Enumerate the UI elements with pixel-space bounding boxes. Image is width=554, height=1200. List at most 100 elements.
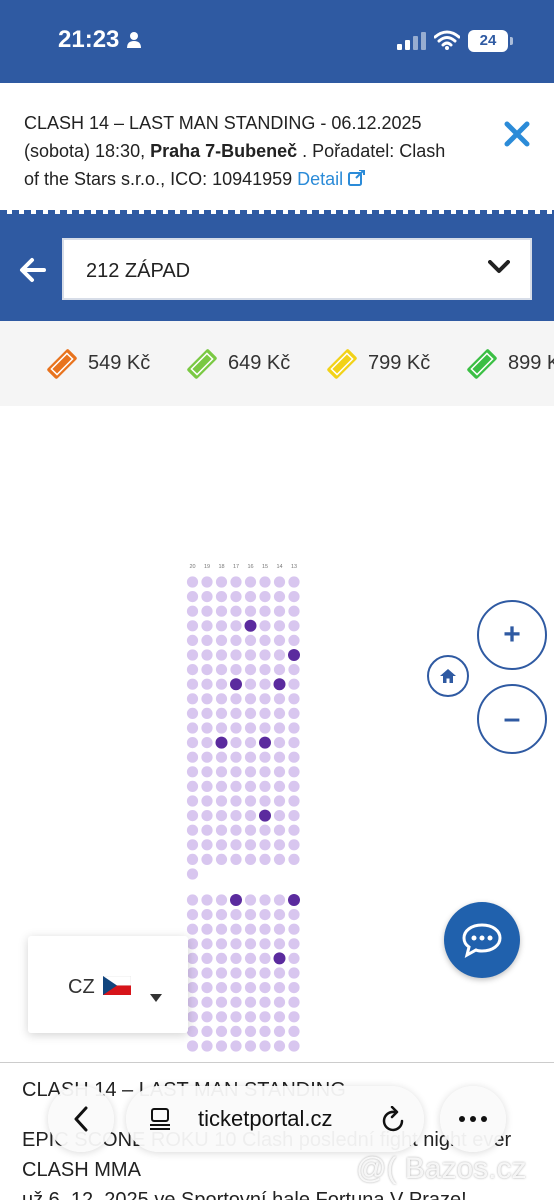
seat[interactable] [201,839,213,851]
back-arrow-icon[interactable] [18,256,46,284]
seat[interactable] [186,810,199,822]
seat[interactable] [201,678,213,690]
seat[interactable] [186,795,199,807]
seat[interactable] [230,751,242,763]
seat[interactable] [215,1040,228,1052]
seat[interactable] [273,634,286,646]
seat[interactable] [215,795,228,807]
seat[interactable] [215,996,228,1008]
seat[interactable] [230,664,242,676]
seat[interactable] [273,810,286,822]
seat[interactable] [288,766,300,778]
seat[interactable] [288,634,300,646]
seat[interactable] [273,824,286,836]
seat[interactable] [244,780,257,792]
seat[interactable] [230,810,242,822]
seat[interactable] [186,693,199,705]
seat[interactable] [215,664,228,676]
seat[interactable] [244,938,257,950]
seat[interactable] [288,1011,300,1023]
seat[interactable] [288,839,300,851]
seat[interactable] [288,810,300,822]
seat[interactable] [244,824,257,836]
seat[interactable] [273,1040,286,1052]
seat[interactable] [259,839,271,851]
seat[interactable] [215,751,228,763]
seat[interactable] [215,853,228,865]
seat[interactable] [288,591,300,603]
seat[interactable] [215,678,228,690]
seat[interactable] [273,795,286,807]
seat[interactable] [230,824,242,836]
seat[interactable] [273,620,286,632]
seat[interactable] [215,591,228,603]
seat-selected[interactable] [288,894,300,906]
seat[interactable] [215,923,228,935]
seat-map[interactable]: 20 19 18 17 16 15 14 13 [184,556,304,1060]
seat[interactable] [201,634,213,646]
seat[interactable] [201,810,213,822]
seat[interactable] [230,634,242,646]
seat[interactable] [273,576,286,588]
seat[interactable] [186,982,199,994]
seat[interactable] [273,649,286,661]
zoom-in-button[interactable]: + [477,600,547,670]
close-icon[interactable] [500,117,534,151]
seat[interactable] [244,967,257,979]
seat[interactable] [259,780,271,792]
seat-selected[interactable] [230,678,242,691]
seat[interactable] [215,722,228,734]
address-bar[interactable]: ticketportal.cz [126,1086,424,1152]
seat[interactable] [273,967,286,979]
seat[interactable] [201,967,213,979]
seat[interactable] [244,707,257,719]
seat[interactable] [215,982,228,994]
seat[interactable] [186,824,199,836]
seat[interactable] [201,824,213,836]
seat-selected[interactable] [230,894,242,906]
more-options-button[interactable] [440,1086,506,1152]
price-item[interactable]: 649 Kč [184,321,290,406]
seat[interactable] [288,1040,300,1052]
seat[interactable] [201,923,213,935]
seat[interactable] [186,839,199,851]
seat[interactable] [244,853,257,865]
seat[interactable] [259,909,271,921]
seat[interactable] [259,967,271,979]
seat[interactable] [244,678,257,690]
seat[interactable] [288,795,300,807]
seat[interactable] [244,634,257,646]
seat[interactable] [288,678,300,690]
seat[interactable] [186,576,199,588]
seat[interactable] [273,766,286,778]
seat[interactable] [244,1025,257,1037]
zoom-out-button[interactable]: – [477,684,547,754]
seat[interactable] [273,982,286,994]
seat[interactable] [259,795,271,807]
seat[interactable] [230,1040,242,1052]
seat[interactable] [273,1025,286,1037]
seat[interactable] [273,664,286,676]
seat[interactable] [259,707,271,719]
seat[interactable] [230,576,242,588]
seat[interactable] [215,766,228,778]
reset-view-button[interactable] [427,655,469,697]
seat-selected[interactable] [259,736,271,749]
seat[interactable] [186,894,199,906]
seat[interactable] [215,707,228,719]
seat-selected[interactable] [215,736,228,749]
seat[interactable] [201,737,213,749]
seat[interactable] [215,810,228,822]
seat[interactable] [259,605,271,617]
seat[interactable] [186,751,199,763]
seat[interactable] [201,982,213,994]
seat[interactable] [186,634,199,646]
seat[interactable] [259,576,271,588]
seat[interactable] [288,722,300,734]
seat[interactable] [259,591,271,603]
seat[interactable] [273,591,286,603]
seat[interactable] [201,766,213,778]
seat[interactable] [215,967,228,979]
seat[interactable] [259,766,271,778]
seat[interactable] [273,707,286,719]
